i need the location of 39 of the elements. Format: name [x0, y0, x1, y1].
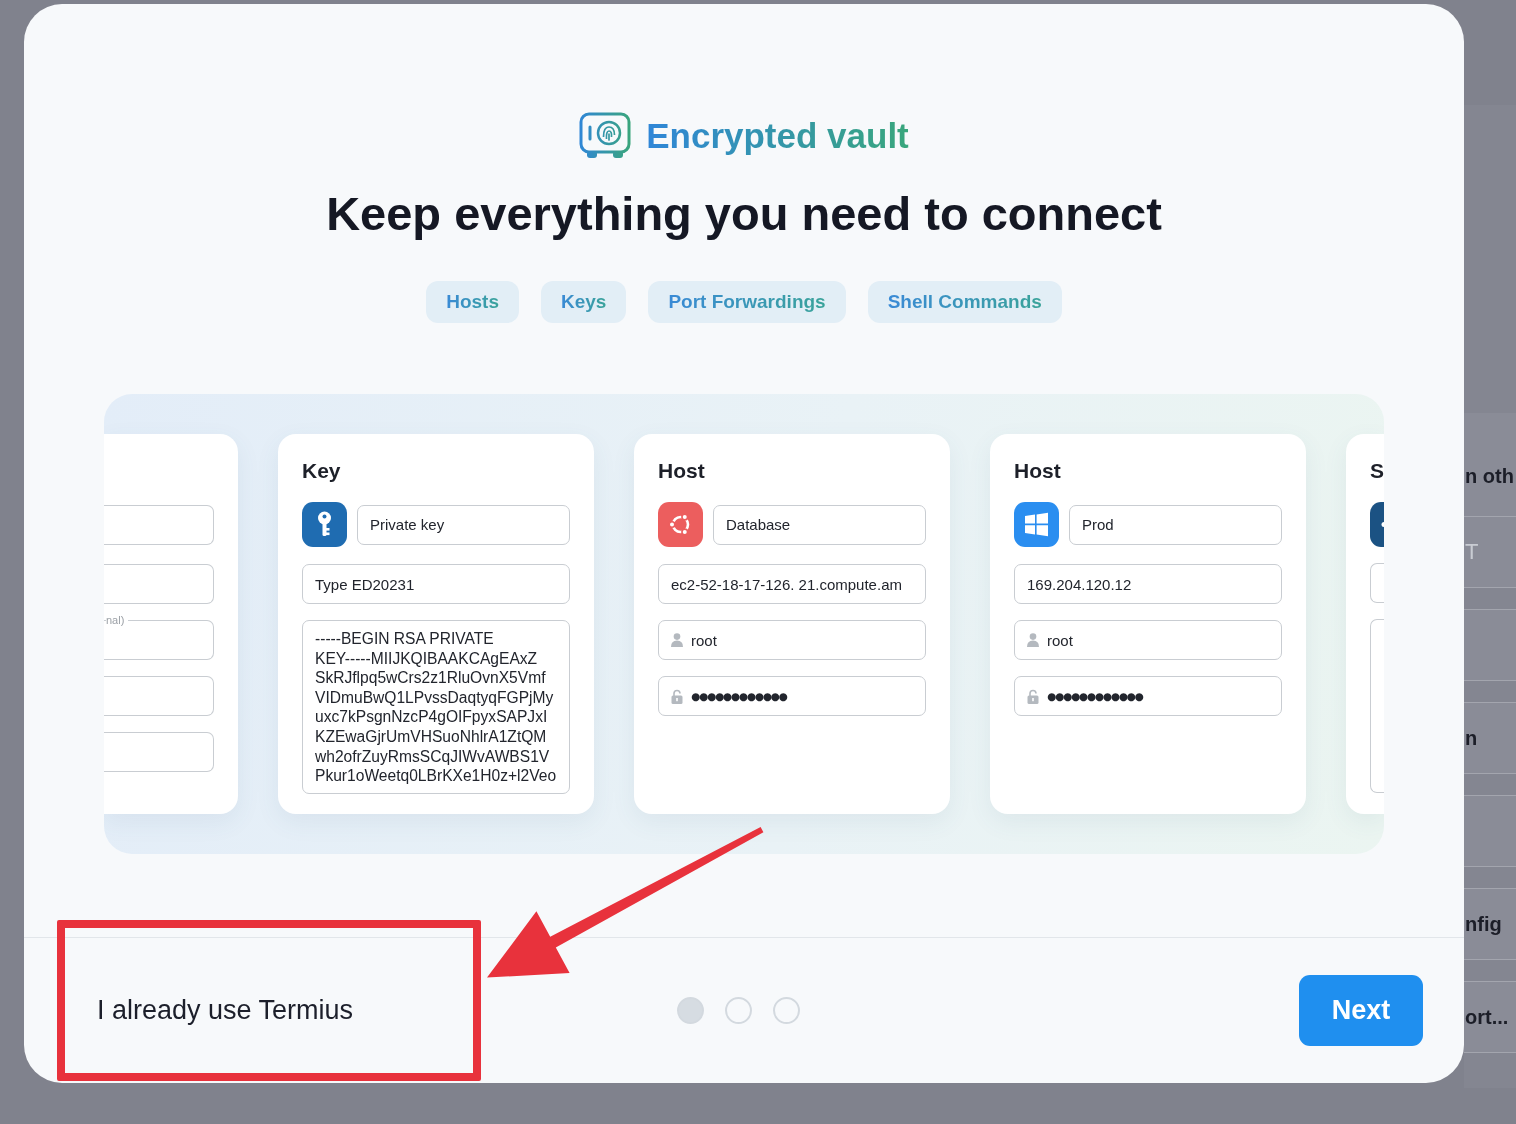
name-field[interactable]: Private key: [357, 504, 570, 545]
vault-icon: [579, 112, 632, 160]
lock-icon: [1027, 688, 1039, 704]
input-field[interactable]: [104, 564, 214, 604]
input-field[interactable]: Type ED20231: [302, 564, 570, 604]
input-field[interactable]: ec2-52-18-17-126. 21.compute.am: [658, 564, 926, 604]
text-area[interactable]: [1370, 619, 1384, 793]
username-field[interactable]: root: [658, 620, 926, 660]
already-use-link[interactable]: I already use Termius: [97, 995, 354, 1026]
input-field[interactable]: 169.204.120.12: [1014, 564, 1282, 604]
card-title: Host: [1014, 459, 1061, 483]
menu-item-label[interactable]: n: [1464, 726, 1478, 750]
field-text: T: [1464, 540, 1479, 564]
password-field[interactable]: ●●●●●●●●●●●●: [658, 676, 926, 716]
person-icon: [671, 633, 683, 647]
password-field[interactable]: ●●●●●●●●●●●●: [1014, 676, 1282, 716]
card-title: S: [1370, 459, 1384, 483]
key-text-area[interactable]: -----BEGIN RSA PRIVATE KEY-----MIIJKQIBAAKCAgEAxZ SkRJflpq5wCrs2z1RluOvnX5Vmf VIDmuBwQ1LPvssDaqtyqFGPjMy uxc7kPsgnNzcP4gOIFpyxSAPJxI KZEwaGjrUmVHSuoNhlrA1ZtQM wh2ofrZuyRmsSCqJIWvAWBS1V Pkur1oWeetq0LBrKXe1H0z+l2Veo: [302, 620, 570, 794]
card-title: Key: [302, 459, 341, 483]
feature-tag: Shell Commands: [867, 281, 1062, 323]
input-field[interactable]: [104, 505, 214, 545]
section-heading: n oth: [1464, 464, 1514, 488]
name-field[interactable]: Database: [713, 504, 926, 545]
person-icon: [1027, 633, 1039, 647]
name-field[interactable]: Prod: [1069, 504, 1282, 545]
username-field[interactable]: root: [1014, 620, 1282, 660]
feature-tag: Hosts: [426, 281, 519, 323]
input-field[interactable]: [1370, 563, 1384, 603]
page-dot[interactable]: [724, 997, 752, 1024]
field-label: nal): [106, 613, 129, 627]
lock-icon: [671, 688, 683, 704]
dialog-heading: Keep everything you need to connect: [326, 186, 1162, 242]
card-title: Host: [658, 459, 705, 483]
input-field[interactable]: [104, 676, 214, 716]
input-field[interactable]: [104, 732, 214, 772]
feature-tag: Keys: [540, 281, 627, 323]
feature-tag: Port Forwardings: [648, 281, 846, 323]
page-dot[interactable]: [676, 997, 704, 1024]
page-dot[interactable]: [772, 997, 800, 1024]
